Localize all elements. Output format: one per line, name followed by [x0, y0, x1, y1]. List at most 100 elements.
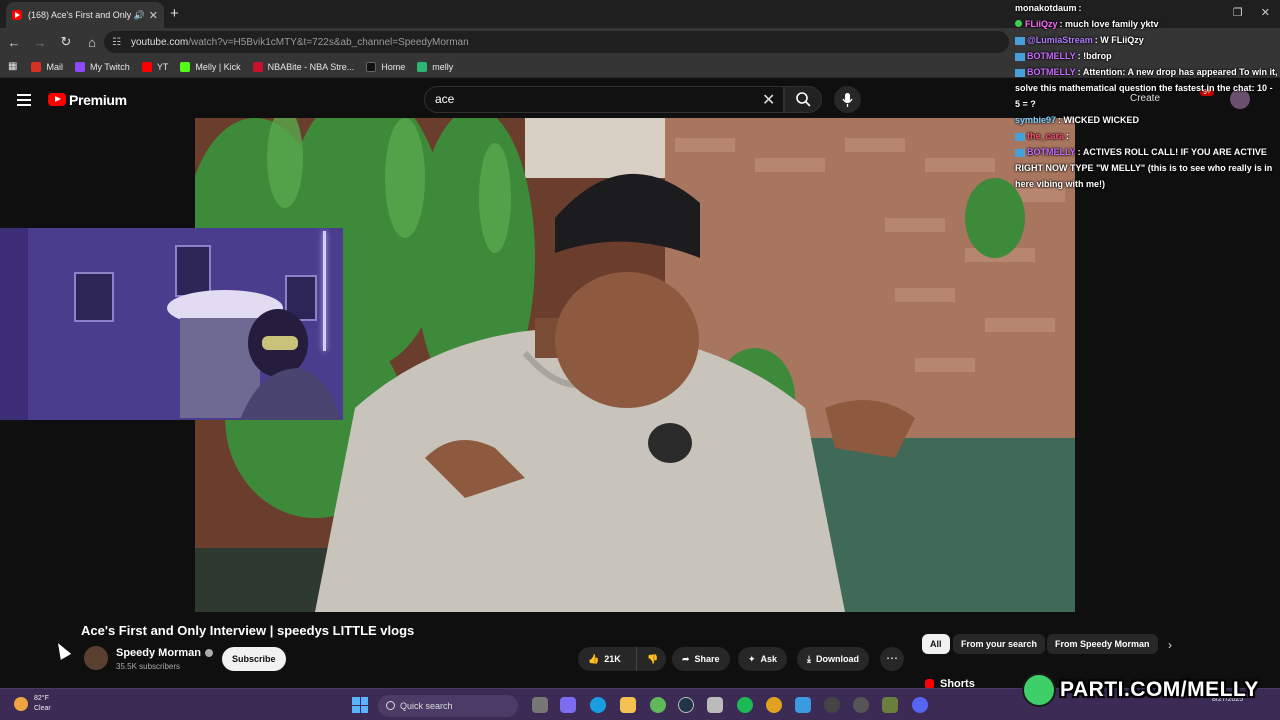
voice-search-button[interactable] [834, 86, 861, 113]
subscriber-count: 35.5K subscribers [116, 662, 181, 671]
mail-icon [31, 61, 42, 72]
chat-message: @LumiaStream: W FLiiQzy [1015, 32, 1280, 48]
edge-icon[interactable] [590, 697, 606, 713]
weather-widget[interactable]: 82°F Clear [14, 694, 51, 714]
melly-icon [417, 61, 428, 72]
url-host: youtube.com [130, 36, 189, 48]
chevron-right-icon[interactable]: › [1168, 638, 1172, 652]
share-button[interactable]: ➦ Share [672, 647, 730, 671]
forward-icon[interactable]: → [28, 35, 52, 50]
share-label: Share [694, 654, 720, 664]
chat-text: : !bdrop [1077, 51, 1112, 61]
download-label: Download [815, 654, 859, 664]
chat-username: BOTMELLY [1027, 147, 1076, 157]
ask-button[interactable]: ✦ Ask [738, 647, 788, 671]
parti-banner-text: PARTI.COM/MELLY [1060, 678, 1259, 701]
chat-message: BOTMELLY: !bdrop [1015, 48, 1280, 64]
chat-message: BOTMELLY: Attention: A new drop has appe… [1015, 64, 1280, 112]
weather-sun-icon [14, 697, 28, 711]
apps-grid-icon[interactable]: ▦ [8, 61, 17, 72]
chip-from-your-search[interactable]: From your search [953, 634, 1046, 654]
media-player-icon[interactable] [824, 697, 840, 713]
more-actions-icon[interactable]: ⋯ [880, 647, 904, 671]
bookmark-mail[interactable]: Mail [31, 61, 63, 72]
bookmark-label: NBABite - NBA Stre... [267, 61, 355, 72]
home-icon[interactable]: ⌂ [80, 35, 104, 50]
download-button[interactable]: ⤓ Download [797, 647, 869, 671]
platform-badge-icon [1015, 68, 1025, 77]
parti-banner: PARTI.COM/MELLY [1022, 670, 1280, 710]
bookmark-twitch[interactable]: My Twitch [74, 61, 130, 72]
steam-icon[interactable] [678, 697, 694, 713]
verified-icon [204, 649, 213, 658]
discord-icon[interactable] [912, 697, 928, 713]
image-app-icon[interactable] [882, 697, 898, 713]
bookmark-kick[interactable]: Melly | Kick [180, 61, 241, 72]
bookmark-label: My Twitch [89, 61, 130, 72]
channel-avatar[interactable] [84, 646, 108, 670]
chat-username: FLiiQzy [1025, 19, 1058, 29]
bookmark-home[interactable]: Home [366, 61, 405, 72]
youtube-logo-icon[interactable] [48, 93, 66, 106]
platform-badge-icon [1015, 52, 1025, 61]
chat-text: : W FLiiQzy [1094, 35, 1144, 45]
chat-message: BOTMELLY: ACTIVES ROLL CALL! IF YOU ARE … [1015, 144, 1280, 192]
close-tab-icon[interactable]: ✕ [149, 9, 158, 22]
start-button[interactable] [352, 697, 368, 713]
share-icon: ➦ [682, 654, 690, 664]
chat-message: the_cara: [1015, 128, 1280, 144]
download-icon: ⤓ [807, 654, 811, 664]
back-icon[interactable]: ← [2, 35, 26, 50]
browser-tab[interactable]: (168) Ace's First and Only Ir 🔊 ✕ [6, 2, 164, 28]
chat-message: symbie97: WICKED WICKED [1015, 112, 1280, 128]
subscribe-button[interactable]: Subscribe [222, 647, 286, 671]
bookmark-melly[interactable]: melly [417, 61, 454, 72]
new-tab-button[interactable]: + [170, 5, 179, 22]
chip-from-channel[interactable]: From Speedy Morman [1047, 634, 1158, 654]
platform-badge-icon [1015, 148, 1025, 157]
menu-icon[interactable] [17, 94, 31, 109]
chip-all[interactable]: All [922, 634, 950, 654]
search-button[interactable] [784, 86, 822, 113]
clear-search-icon[interactable]: ✕ [762, 90, 775, 110]
bookmark-label: Mail [46, 61, 63, 72]
site-info-icon[interactable]: ☷ [112, 37, 121, 48]
chat-username: symbie97 [1015, 115, 1057, 125]
nba-icon [252, 61, 263, 72]
tab-title: (168) Ace's First and Only Ir [28, 10, 131, 20]
bookmark-nbabite[interactable]: NBABite - NBA Stre... [252, 61, 355, 72]
taskbar-search[interactable]: Quick search [378, 695, 518, 717]
copilot-icon[interactable] [560, 697, 576, 713]
status-dot-icon [1015, 20, 1022, 27]
bookmark-label: melly [432, 61, 454, 72]
chat-message: FLiiQzy: much love family yktv [1015, 16, 1280, 32]
spotify-icon[interactable] [737, 697, 753, 713]
arrow-app-icon[interactable] [853, 697, 869, 713]
address-bar[interactable]: ☷ youtube.com/watch?v=H5Bvik1cMTY&t=722s… [104, 31, 1009, 53]
audio-icon[interactable]: 🔊 [134, 10, 145, 21]
photos-icon[interactable] [795, 697, 811, 713]
store-icon[interactable] [707, 697, 723, 713]
dislike-button[interactable]: 👎 [636, 647, 666, 671]
webcam-overlay [0, 228, 343, 420]
reload-icon[interactable]: ↻ [54, 34, 78, 50]
webcam-frame [74, 245, 340, 420]
search-input[interactable]: ace [424, 86, 784, 113]
ask-label: Ask [760, 654, 778, 664]
youtube-icon [141, 61, 152, 72]
task-view-icon[interactable] [532, 697, 548, 713]
chat-overlay: monakotdaum: FLiiQzy: much love family y… [1015, 0, 1280, 192]
like-button[interactable]: 👍 21K [578, 647, 636, 671]
xbox-icon[interactable] [650, 697, 666, 713]
bookmark-yt[interactable]: YT [141, 61, 168, 72]
platform-badge-icon [1015, 132, 1025, 141]
chat-text: : much love family yktv [1059, 19, 1159, 29]
microphone-icon [842, 93, 853, 107]
chrome-icon[interactable] [766, 697, 782, 713]
like-count: 21K [604, 654, 621, 664]
mouse-cursor [52, 640, 72, 660]
youtube-brand[interactable]: Premium [69, 92, 127, 108]
channel-name[interactable]: Speedy Morman [116, 647, 213, 659]
file-explorer-icon[interactable] [620, 697, 636, 713]
chat-text: : WICKED WICKED [1058, 115, 1140, 125]
